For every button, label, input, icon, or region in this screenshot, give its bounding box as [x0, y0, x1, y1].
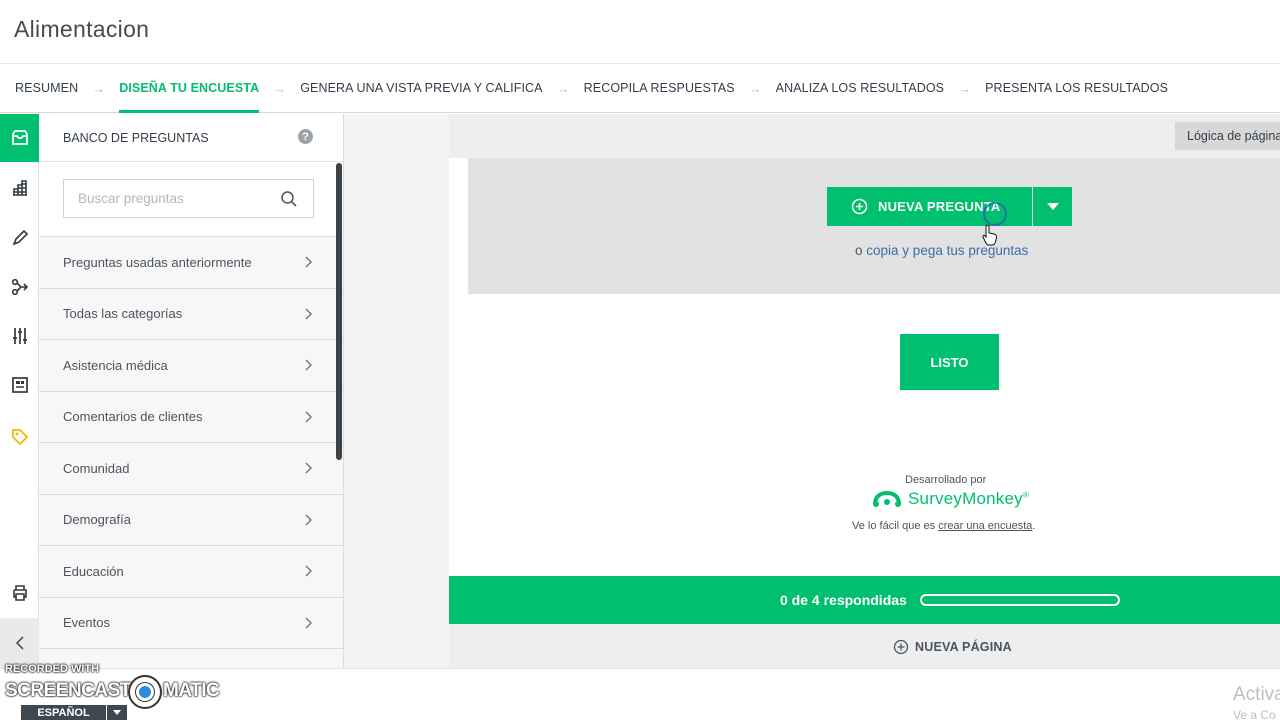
tool-rail [0, 114, 39, 668]
step-arrow-icon: → [556, 80, 570, 96]
plus-circle-icon [893, 639, 909, 655]
themes-icon[interactable] [0, 164, 39, 212]
brand-name-text: SurveyMonkey [908, 489, 1023, 508]
plus-circle-icon [851, 198, 868, 215]
step-resumen[interactable]: RESUMEN [15, 64, 78, 113]
category-list: Preguntas usadas anteriormente Todas las… [39, 237, 343, 649]
survey-steps-nav: RESUMEN → DISEÑA TU ENCUESTA → GENERA UN… [0, 64, 1280, 113]
powered-by-text: Desarrollado por [905, 474, 987, 486]
bank-scrollbar[interactable] [336, 163, 342, 460]
caret-down-icon [1046, 202, 1059, 210]
layout-icon[interactable] [0, 361, 39, 409]
search-input[interactable] [64, 180, 264, 217]
hand-cursor-icon [982, 224, 998, 246]
chevron-right-icon [305, 308, 312, 319]
language-button[interactable]: ESPAÑOL [21, 705, 106, 720]
chevron-right-icon [305, 411, 312, 422]
category-label: Comunidad [63, 460, 130, 476]
progress-track [920, 594, 1120, 606]
step-presenta[interactable]: PRESENTA LOS RESULTADOS [985, 64, 1168, 113]
search-icon[interactable] [280, 190, 298, 208]
screencast-logo-icon [128, 675, 162, 709]
screencast-right-text: MATIC [163, 680, 220, 701]
step-recopila[interactable]: RECOPILA RESPUESTAS [584, 64, 735, 113]
progress-footer: 0 de 4 respondidas [449, 576, 1280, 624]
add-question-zone [468, 158, 1280, 294]
done-button[interactable]: LISTO [900, 334, 999, 390]
step-disena[interactable]: DISEÑA TU ENCUESTA [119, 64, 259, 113]
copy-paste-link[interactable]: copia y pega tus preguntas [866, 243, 1028, 258]
chevron-right-icon [305, 565, 312, 577]
category-label: Eventos [63, 615, 110, 631]
chevron-right-icon [305, 617, 312, 628]
search-area [39, 162, 343, 237]
category-item[interactable]: Preguntas usadas anteriormente [39, 237, 343, 289]
brand-name: SurveyMonkey® [908, 489, 1029, 509]
page-logic-tab[interactable]: Lógica de página [1175, 122, 1280, 150]
search-box [63, 179, 314, 218]
question-bank-header: BANCO DE PREGUNTAS ? [39, 114, 343, 162]
category-item[interactable]: Asistencia médica [39, 340, 343, 392]
page-body [449, 294, 1280, 576]
easy-prefix: Ve lo fácil que es [852, 520, 936, 532]
options-icon[interactable] [0, 312, 39, 360]
language-dropdown[interactable] [107, 705, 127, 720]
step-arrow-icon: → [92, 80, 106, 96]
category-item[interactable]: Comunidad [39, 443, 343, 495]
question-bank-icon[interactable] [0, 114, 39, 162]
click-indicator [983, 202, 1007, 226]
step-arrow-icon: → [958, 80, 972, 96]
step-vista-previa[interactable]: GENERA UNA VISTA PREVIA Y CALIFICA [300, 64, 542, 113]
category-item[interactable]: Educación [39, 546, 343, 598]
logic-icon[interactable] [0, 263, 39, 311]
survey-canvas: Lógica de página NUEVA PREGUNTA o copia … [344, 114, 1280, 668]
category-label: Todas las categorías [63, 306, 183, 322]
step-analiza[interactable]: ANALIZA LOS RESULTADOS [776, 64, 944, 113]
copy-paste-line: o copia y pega tus preguntas [855, 243, 1028, 258]
new-question-dropdown[interactable] [1033, 187, 1072, 226]
step-arrow-icon: → [273, 80, 287, 96]
category-item[interactable]: Comentarios de clientes [39, 391, 343, 443]
question-bank-panel: BANCO DE PREGUNTAS ? Preguntas usadas an… [39, 114, 344, 668]
chevron-right-icon [305, 359, 312, 371]
category-label: Educación [63, 563, 124, 579]
screencast-left-text: SCREENCAST [5, 680, 131, 701]
edit-icon[interactable] [0, 214, 39, 262]
activate-windows-title: Activa [1233, 684, 1280, 705]
easy-suffix: . [1032, 520, 1036, 532]
page-margin [449, 158, 468, 294]
category-item[interactable]: Todas las categorías [39, 288, 343, 340]
app-title: Alimentacion [14, 16, 150, 42]
category-label: Demografía [63, 512, 131, 528]
copy-prefix: o [855, 243, 863, 258]
new-page-label: NUEVA PÁGINA [915, 640, 1012, 654]
question-bank-title: BANCO DE PREGUNTAS [63, 130, 209, 145]
new-page-button[interactable]: NUEVA PÁGINA [893, 639, 1012, 655]
caret-down-icon [113, 710, 121, 715]
create-survey-link[interactable]: crear una encuesta [938, 520, 1032, 532]
print-icon[interactable] [0, 569, 39, 617]
progress-label: 0 de 4 respondidas [780, 592, 907, 608]
surveymonkey-logo[interactable]: SurveyMonkey® [872, 489, 1029, 509]
chevron-right-icon [305, 462, 312, 474]
tag-icon[interactable] [0, 413, 39, 461]
step-arrow-icon: → [748, 80, 762, 96]
collapse-icon[interactable] [0, 618, 39, 668]
surveymonkey-logo-icon [873, 490, 901, 507]
easy-survey-line: Ve lo fácil que es crear una encuesta. [852, 520, 1035, 532]
chevron-right-icon [305, 514, 312, 525]
recorded-with-text: RECORDED WITH [5, 663, 100, 675]
category-label: Asistencia médica [63, 357, 168, 373]
chevron-right-icon [305, 256, 312, 268]
brand-mark: ® [1022, 490, 1029, 500]
help-icon[interactable]: ? [298, 129, 313, 144]
category-label: Comentarios de clientes [63, 409, 203, 425]
category-label: Preguntas usadas anteriormente [63, 254, 252, 270]
category-item[interactable]: Demografía [39, 494, 343, 546]
category-item[interactable]: Eventos [39, 597, 343, 649]
